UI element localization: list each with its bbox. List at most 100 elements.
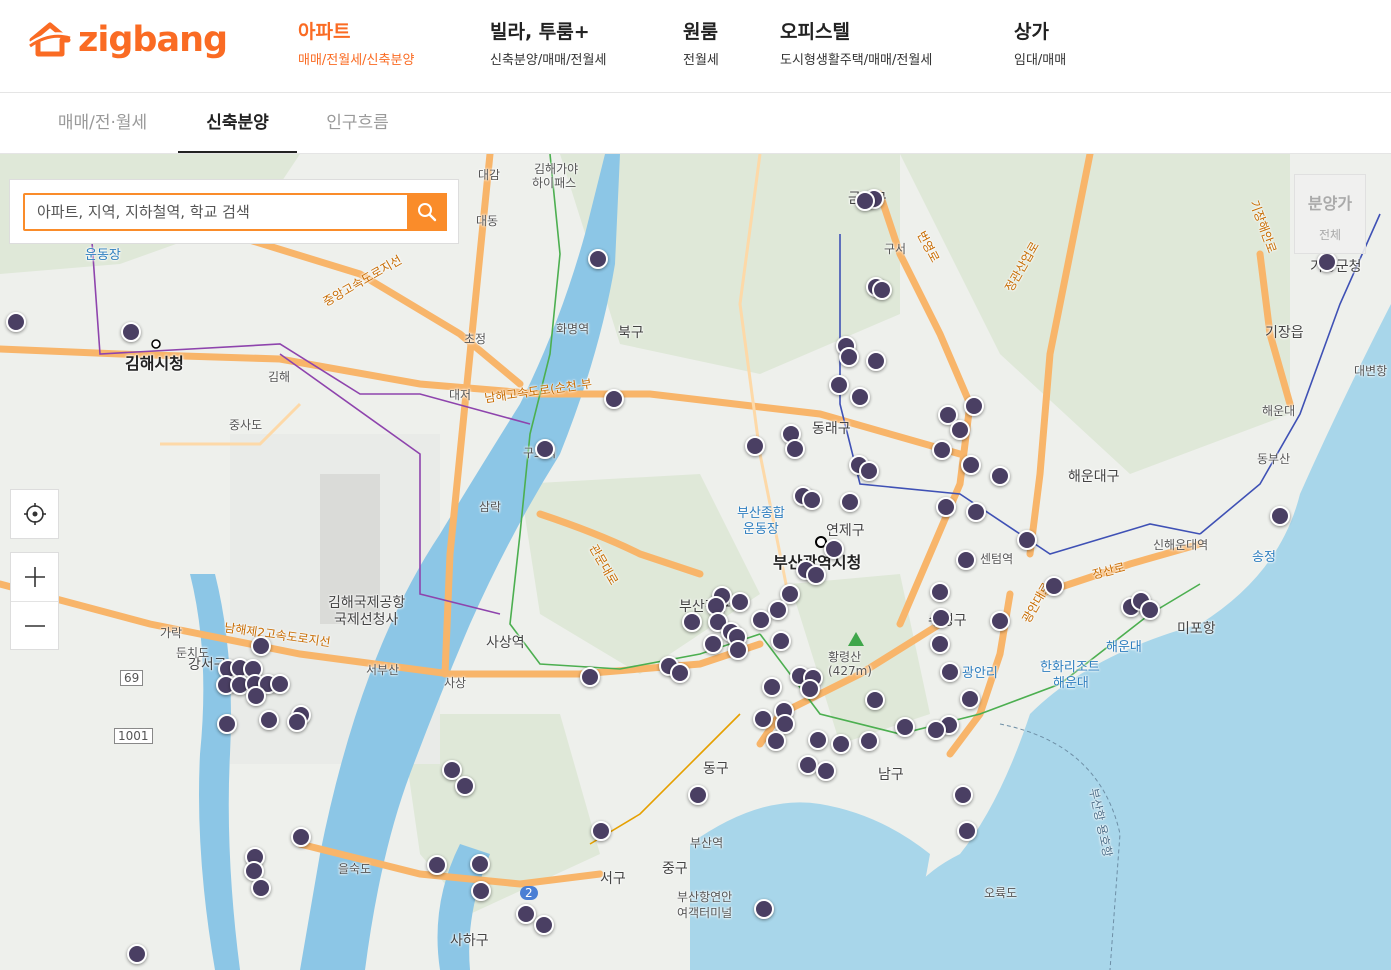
listing-marker[interactable] bbox=[872, 280, 892, 300]
map-view[interactable]: 김해시청 김해 김해가야 하이패스 대감 대동 중사도 운동장 화명역 북구 초… bbox=[0, 154, 1391, 970]
listing-marker[interactable] bbox=[816, 761, 836, 781]
listing-marker[interactable] bbox=[840, 492, 860, 512]
map-label: 연제구 bbox=[826, 523, 865, 539]
listing-marker[interactable] bbox=[926, 720, 946, 740]
search-button[interactable] bbox=[407, 193, 447, 231]
listing-marker[interactable] bbox=[831, 734, 851, 754]
listing-marker[interactable] bbox=[762, 677, 782, 697]
listing-marker[interactable] bbox=[127, 944, 147, 964]
listing-marker[interactable] bbox=[766, 731, 786, 751]
map-label: 남구 bbox=[878, 767, 904, 783]
listing-marker[interactable] bbox=[1044, 576, 1064, 596]
listing-marker[interactable] bbox=[932, 440, 952, 460]
listing-marker[interactable] bbox=[800, 679, 820, 699]
listing-marker[interactable] bbox=[427, 855, 447, 875]
listing-marker[interactable] bbox=[850, 387, 870, 407]
listing-marker[interactable] bbox=[470, 854, 490, 874]
listing-marker[interactable] bbox=[956, 550, 976, 570]
listing-marker[interactable] bbox=[859, 731, 879, 751]
listing-marker[interactable] bbox=[855, 191, 875, 211]
listing-marker[interactable] bbox=[728, 640, 748, 660]
listing-marker[interactable] bbox=[270, 674, 290, 694]
listing-marker[interactable] bbox=[751, 610, 771, 630]
zoom-out-button[interactable] bbox=[11, 601, 58, 649]
listing-marker[interactable] bbox=[859, 461, 879, 481]
tab-presale[interactable]: 신축분양 bbox=[178, 93, 297, 153]
listing-marker[interactable] bbox=[824, 539, 844, 559]
listing-marker[interactable] bbox=[217, 714, 237, 734]
listing-marker[interactable] bbox=[246, 686, 266, 706]
zigbang-logo[interactable]: zigbang bbox=[28, 20, 228, 60]
listing-marker[interactable] bbox=[251, 636, 271, 656]
listing-marker[interactable] bbox=[960, 689, 980, 709]
zoom-in-button[interactable] bbox=[11, 553, 58, 601]
listing-marker[interactable] bbox=[455, 776, 475, 796]
listing-marker[interactable] bbox=[703, 634, 723, 654]
map-label: 둔치도 bbox=[176, 646, 210, 660]
listing-marker[interactable] bbox=[785, 439, 805, 459]
listing-marker[interactable] bbox=[604, 389, 624, 409]
listing-marker[interactable] bbox=[940, 662, 960, 682]
listing-marker[interactable] bbox=[682, 612, 702, 632]
tab-population[interactable]: 인구흐름 bbox=[300, 93, 415, 153]
listing-marker[interactable] bbox=[588, 249, 608, 269]
listing-marker[interactable] bbox=[931, 608, 951, 628]
nav-apartment[interactable]: 아파트 매매/전월세/신축분양 bbox=[298, 20, 414, 68]
tab-trade[interactable]: 매매/전·월세 bbox=[30, 93, 175, 153]
listing-marker[interactable] bbox=[670, 663, 690, 683]
listing-marker[interactable] bbox=[806, 565, 826, 585]
listing-marker[interactable] bbox=[964, 396, 984, 416]
listing-marker[interactable] bbox=[895, 717, 915, 737]
listing-marker[interactable] bbox=[1017, 530, 1037, 550]
listing-marker[interactable] bbox=[730, 592, 750, 612]
listing-marker[interactable] bbox=[839, 347, 859, 367]
listing-marker[interactable] bbox=[688, 785, 708, 805]
listing-marker[interactable] bbox=[768, 600, 788, 620]
listing-marker[interactable] bbox=[865, 690, 885, 710]
listing-marker[interactable] bbox=[802, 490, 822, 510]
nav-officetel[interactable]: 오피스텔 도시형생활주택/매매/전월세 bbox=[780, 20, 932, 68]
listing-marker[interactable] bbox=[1317, 252, 1337, 272]
listing-marker[interactable] bbox=[961, 455, 981, 475]
listing-marker[interactable] bbox=[754, 899, 774, 919]
map-label: 대감 bbox=[478, 168, 501, 182]
listing-marker[interactable] bbox=[580, 667, 600, 687]
listing-marker[interactable] bbox=[966, 502, 986, 522]
listing-marker[interactable] bbox=[990, 611, 1010, 631]
listing-marker[interactable] bbox=[1140, 600, 1160, 620]
listing-marker[interactable] bbox=[950, 420, 970, 440]
listing-marker[interactable] bbox=[753, 709, 773, 729]
listing-marker[interactable] bbox=[251, 878, 271, 898]
listing-marker[interactable] bbox=[829, 375, 849, 395]
listing-marker[interactable] bbox=[121, 322, 141, 342]
listing-marker[interactable] bbox=[534, 915, 554, 935]
listing-marker[interactable] bbox=[471, 881, 491, 901]
listing-marker[interactable] bbox=[1270, 506, 1290, 526]
listing-marker[interactable] bbox=[535, 439, 555, 459]
listing-marker[interactable] bbox=[953, 785, 973, 805]
listing-marker[interactable] bbox=[259, 710, 279, 730]
nav-sub: 매매/전월세/신축분양 bbox=[298, 53, 415, 68]
listing-marker[interactable] bbox=[591, 821, 611, 841]
listing-marker[interactable] bbox=[798, 755, 818, 775]
listing-marker[interactable] bbox=[516, 904, 536, 924]
nav-villa[interactable]: 빌라, 투룸+ 신축분양/매매/전월세 bbox=[490, 20, 606, 68]
listing-marker[interactable] bbox=[808, 730, 828, 750]
listing-marker[interactable] bbox=[745, 436, 765, 456]
listing-marker[interactable] bbox=[287, 712, 307, 732]
listing-marker[interactable] bbox=[957, 821, 977, 841]
nav-oneroom[interactable]: 원룸 전월세 bbox=[683, 20, 719, 68]
price-filter[interactable]: 분양가 전체 bbox=[1294, 174, 1366, 254]
listing-marker[interactable] bbox=[930, 634, 950, 654]
search-input[interactable] bbox=[37, 195, 397, 229]
nav-store[interactable]: 상가 임대/매매 bbox=[1014, 20, 1066, 68]
listing-marker[interactable] bbox=[6, 312, 26, 332]
listing-marker[interactable] bbox=[936, 497, 956, 517]
listing-marker[interactable] bbox=[866, 351, 886, 371]
listing-marker[interactable] bbox=[291, 827, 311, 847]
listing-marker[interactable] bbox=[990, 466, 1010, 486]
my-location-button[interactable] bbox=[11, 490, 58, 538]
listing-marker[interactable] bbox=[930, 582, 950, 602]
listing-marker[interactable] bbox=[771, 631, 791, 651]
nav-title: 빌라, 투룸+ bbox=[490, 21, 590, 43]
